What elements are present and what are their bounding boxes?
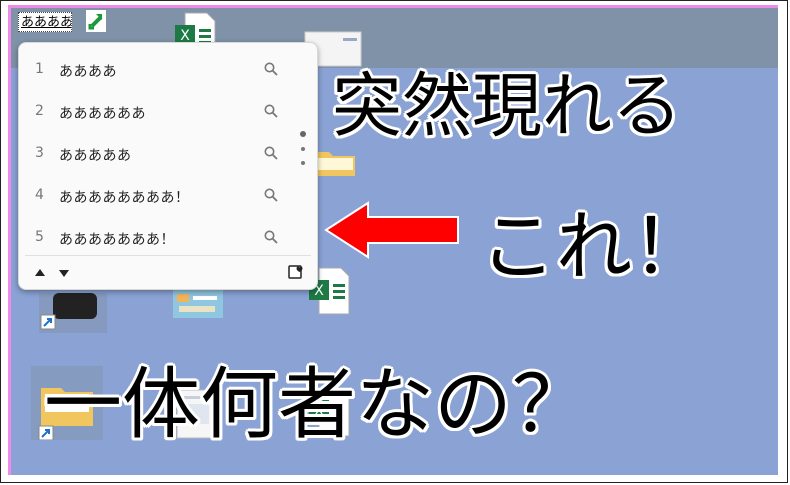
search-icon[interactable] xyxy=(263,145,279,161)
app-shortcut-icon[interactable] xyxy=(39,293,107,333)
scroll-dot xyxy=(301,161,305,165)
candidate-text: あああああ xyxy=(59,148,132,164)
image-thumbnail-icon[interactable] xyxy=(171,290,225,320)
candidate-number: 4 xyxy=(35,187,44,203)
scroll-dot xyxy=(301,147,305,151)
ime-composition-box[interactable]: ああああ xyxy=(18,12,72,32)
page-down-icon[interactable] xyxy=(59,270,69,277)
caption-line-1: 突然現れる xyxy=(332,65,682,147)
favorite-icon[interactable] xyxy=(287,263,305,281)
candidate-number: 3 xyxy=(35,145,44,161)
ime-candidate-window: 1 ああああ 2 ああああああ 3 あああああ 4 ああああああああ！ 5 ああ… xyxy=(18,42,318,290)
scroll-dot-active xyxy=(300,131,306,137)
candidate-item[interactable]: 2 ああああああ xyxy=(19,93,309,129)
search-icon[interactable] xyxy=(263,103,279,119)
panel-divider xyxy=(25,255,311,256)
candidate-text: ああああ xyxy=(59,64,117,80)
ime-mode-icon[interactable] xyxy=(86,10,106,32)
candidate-item[interactable]: 1 ああああ xyxy=(19,51,309,87)
candidate-text: あああああああ！ xyxy=(59,232,175,248)
search-icon[interactable] xyxy=(263,229,279,245)
candidate-number: 2 xyxy=(35,103,44,119)
search-icon[interactable] xyxy=(263,187,279,203)
candidate-text: ああああああ xyxy=(59,106,146,122)
page-up-icon[interactable] xyxy=(35,269,45,276)
candidate-scroll-indicator[interactable] xyxy=(299,131,307,171)
red-pointer-arrow xyxy=(324,201,459,259)
caption-line-3: 一体何者なの？ xyxy=(44,360,591,450)
caption-line-2: これ！ xyxy=(480,202,708,291)
search-icon[interactable] xyxy=(263,61,279,77)
candidate-number: 1 xyxy=(35,61,44,77)
composition-text: ああああ xyxy=(21,15,72,30)
candidate-item[interactable]: 5 あああああああ！ xyxy=(19,219,309,255)
candidate-text: ああああああああ！ xyxy=(59,190,190,206)
candidate-item[interactable]: 4 ああああああああ！ xyxy=(19,177,309,213)
candidate-number: 5 xyxy=(35,229,44,245)
candidate-item[interactable]: 3 あああああ xyxy=(19,135,309,171)
